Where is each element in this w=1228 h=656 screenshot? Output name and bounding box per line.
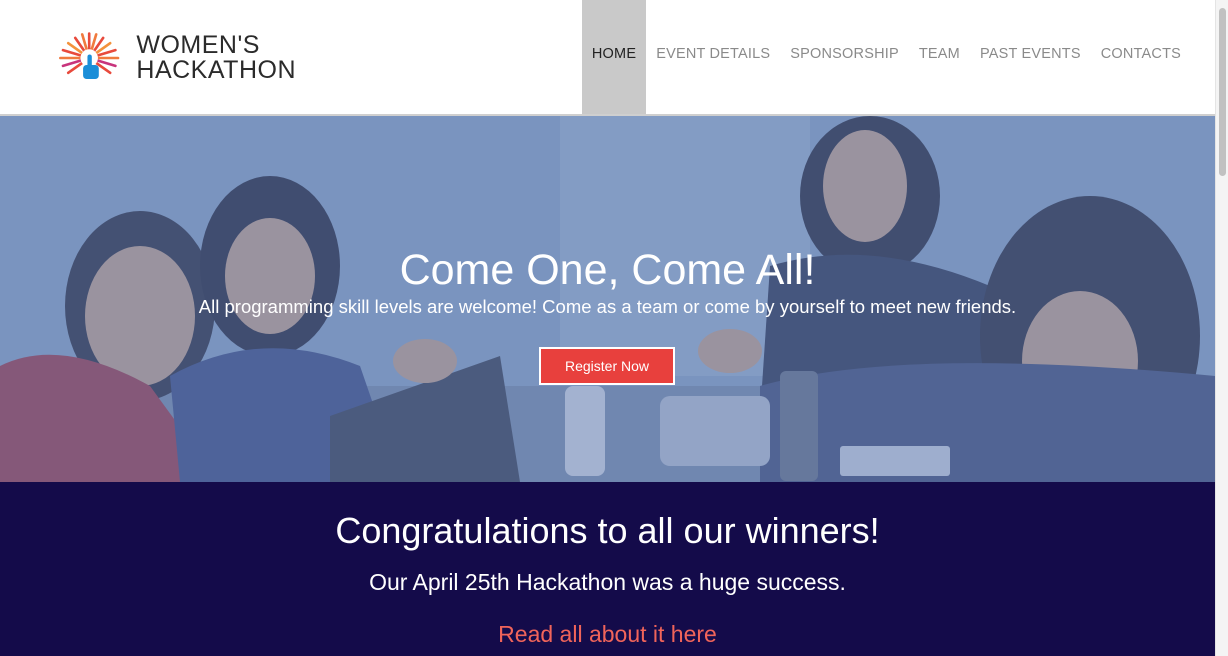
winners-section: Congratulations to all our winners! Our … bbox=[0, 482, 1215, 656]
page-scrollbar[interactable] bbox=[1215, 0, 1228, 656]
hero-banner: Come One, Come All! All programming skil… bbox=[0, 116, 1215, 482]
hero-subtitle: All programming skill levels are welcome… bbox=[198, 296, 1017, 317]
page: WOMEN'S HACKATHON HOME EVENT DETAILS SPO… bbox=[0, 0, 1215, 656]
winners-subtitle: Our April 25th Hackathon was a huge succ… bbox=[369, 569, 846, 595]
register-now-button[interactable]: Register Now bbox=[539, 347, 675, 385]
logo-line-2: HACKATHON bbox=[136, 56, 296, 84]
read-more-link[interactable]: Read all about it here bbox=[0, 621, 1215, 648]
nav-sponsorship[interactable]: SPONSORSHIP bbox=[780, 0, 909, 114]
nav-past-events[interactable]: PAST EVENTS bbox=[970, 0, 1091, 114]
main-nav: HOME EVENT DETAILS SPONSORSHIP TEAM PAST… bbox=[581, 0, 1191, 114]
logo-wordmark: WOMEN'S HACKATHON bbox=[136, 33, 296, 83]
hero-title: Come One, Come All! bbox=[399, 246, 816, 294]
nav-team[interactable]: TEAM bbox=[909, 0, 970, 114]
nav-contacts[interactable]: CONTACTS bbox=[1091, 0, 1191, 114]
site-header: WOMEN'S HACKATHON HOME EVENT DETAILS SPO… bbox=[0, 0, 1215, 116]
winners-title: Congratulations to all our winners! bbox=[335, 510, 880, 551]
logo-line-1: WOMEN'S bbox=[136, 31, 260, 59]
nav-home[interactable]: HOME bbox=[581, 0, 647, 114]
nav-event-details[interactable]: EVENT DETAILS bbox=[646, 0, 780, 114]
burst-hand-icon bbox=[59, 32, 120, 79]
scrollbar-thumb[interactable] bbox=[1219, 8, 1226, 176]
site-logo[interactable]: WOMEN'S HACKATHON bbox=[56, 26, 296, 90]
